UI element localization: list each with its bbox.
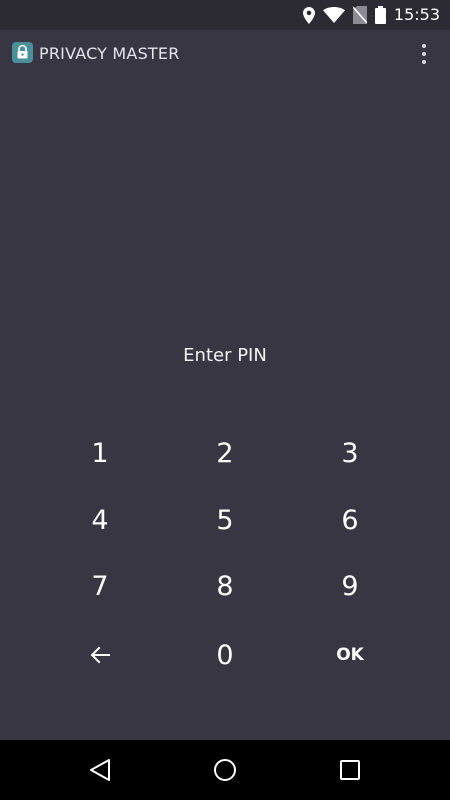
nav-bar [0, 740, 450, 800]
wifi-icon [322, 7, 345, 23]
key-6[interactable]: 6 [290, 490, 410, 550]
key-1[interactable]: 1 [40, 423, 160, 483]
key-3[interactable]: 3 [290, 423, 410, 483]
app-bar: PRIVACY MASTER [0, 30, 450, 78]
key-5[interactable]: 5 [165, 490, 285, 550]
ok-button[interactable]: OK [290, 625, 410, 685]
key-9[interactable]: 9 [290, 556, 410, 616]
back-icon[interactable] [85, 755, 115, 785]
battery-icon [374, 6, 386, 24]
lock-icon [12, 42, 33, 63]
pin-keypad: 1 2 3 4 5 6 7 8 9 0 OK [0, 420, 450, 688]
key-4[interactable]: 4 [40, 490, 160, 550]
status-time: 15:53 [393, 5, 440, 24]
recents-icon[interactable] [335, 755, 365, 785]
key-0[interactable]: 0 [165, 625, 285, 685]
more-vert-icon[interactable] [410, 40, 438, 68]
key-2[interactable]: 2 [165, 423, 285, 483]
backspace-arrow-icon [90, 646, 110, 664]
home-icon[interactable] [210, 755, 240, 785]
app-title: PRIVACY MASTER [39, 44, 180, 63]
status-bar: 15:53 [0, 0, 450, 30]
pin-prompt: Enter PIN [183, 345, 267, 366]
location-icon [302, 6, 315, 24]
key-8[interactable]: 8 [165, 556, 285, 616]
no-sim-icon [352, 6, 367, 24]
backspace-button[interactable] [40, 625, 160, 685]
key-7[interactable]: 7 [40, 556, 160, 616]
status-icons: 15:53 [295, 0, 440, 30]
